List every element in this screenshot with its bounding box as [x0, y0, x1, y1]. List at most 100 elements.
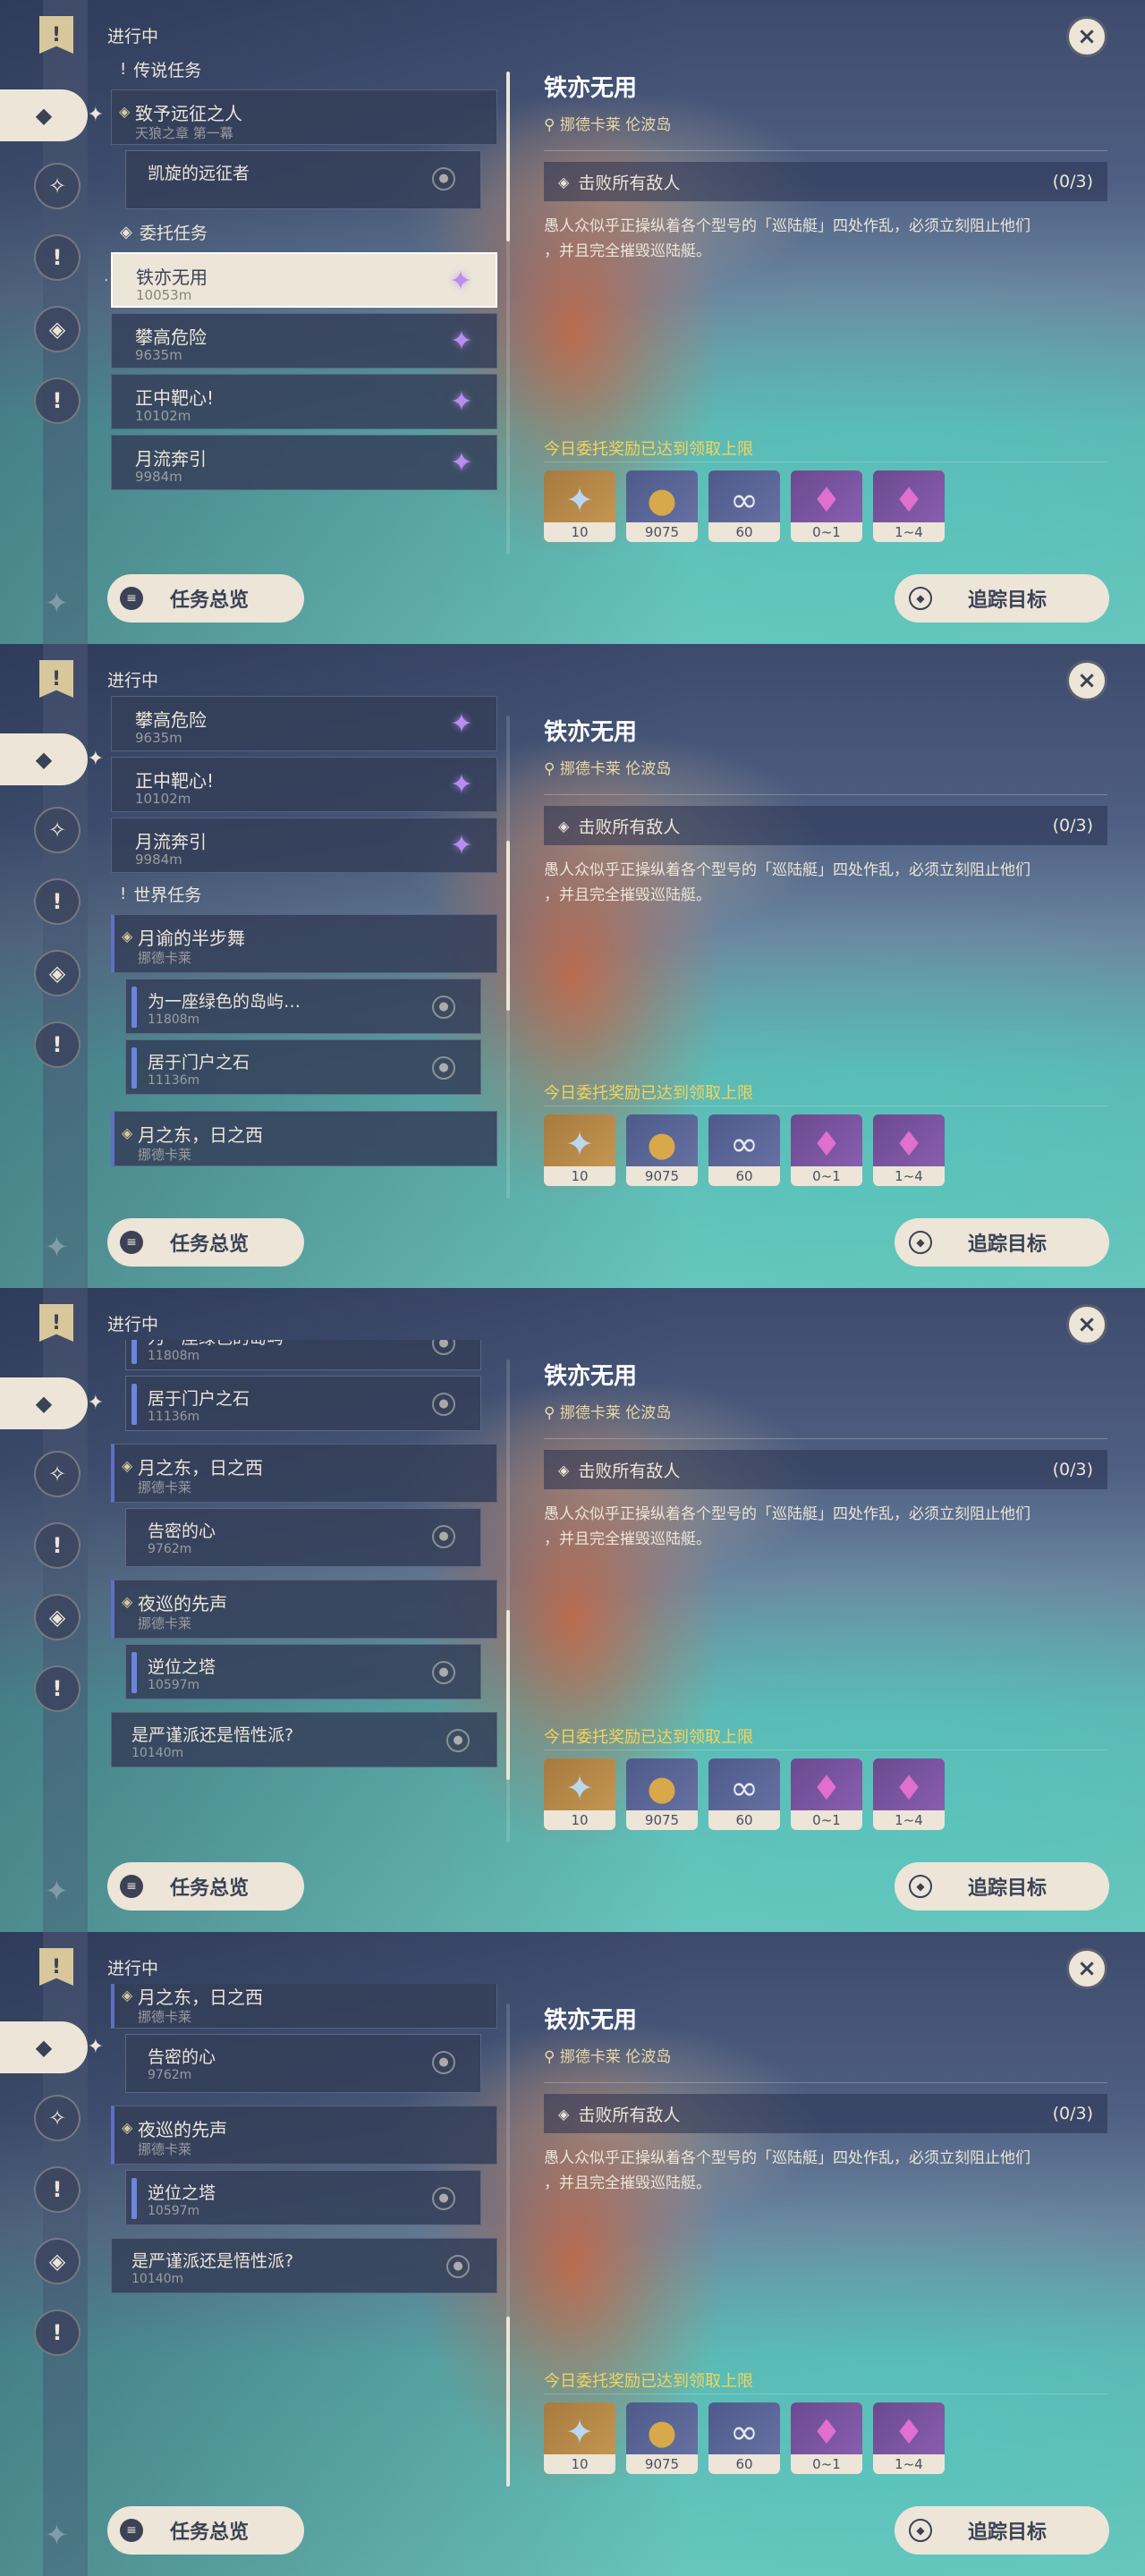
- quest-world-series[interactable]: ◈ 月之东，日之西 挪德卡莱: [111, 1111, 497, 1166]
- archon-category-button[interactable]: !: [34, 878, 81, 925]
- subquest-item[interactable]: 居于门户之石 11136m ●: [125, 1039, 481, 1095]
- quest-world-series[interactable]: ◈ 月谕的半步舞 挪德卡莱: [111, 914, 497, 973]
- track-target-button[interactable]: ◆ 追踪目标: [895, 1218, 1109, 1267]
- commission-item[interactable]: 攀高危险 9635m ✦: [111, 696, 497, 751]
- crystal-cluster-icon[interactable]: ♦ 1~4: [873, 2402, 945, 2474]
- crystal-cluster-icon[interactable]: ♦ 1~4: [873, 470, 945, 542]
- world-category-button[interactable]: !: [34, 1665, 81, 1712]
- subquest-item[interactable]: 告密的心 9762m ●: [125, 1508, 481, 1567]
- scrollbar-thumb[interactable]: [506, 72, 510, 242]
- commission-item[interactable]: 月流奔引 9984m ✦: [111, 818, 497, 873]
- subquest-item[interactable]: 居于门户之石 11136m ●: [125, 1376, 481, 1431]
- world-category-button[interactable]: !: [34, 377, 81, 424]
- quest-legend-main[interactable]: ◈ 致予远征之人 天狼之章 第一幕: [111, 89, 497, 145]
- legend-category-button[interactable]: ✧: [34, 807, 81, 853]
- commission-item-selected[interactable]: 铁亦无用 10053m ✦: [106, 252, 497, 308]
- subquest-item[interactable]: 为一座绿色的岛屿 11808m ●: [125, 1340, 481, 1370]
- crystal-icon[interactable]: ♦ 0~1: [791, 1114, 862, 1186]
- companionship-icon[interactable]: ∞ 60: [708, 2402, 780, 2474]
- location-pin-icon[interactable]: ●: [432, 2051, 455, 2074]
- quest-overview-button[interactable]: ≡ 任务总览: [107, 1218, 304, 1267]
- location-pin-icon[interactable]: ●: [432, 1661, 455, 1684]
- subquest-item[interactable]: 告密的心 9762m ●: [125, 2034, 481, 2093]
- subquest-item[interactable]: 逆位之塔 10597m ●: [125, 2170, 481, 2225]
- scrollbar-thumb[interactable]: [506, 2317, 510, 2487]
- track-target-button[interactable]: ◆ 追踪目标: [895, 574, 1109, 623]
- crystal-cluster-icon[interactable]: ♦ 1~4: [873, 1758, 945, 1830]
- legend-category-button[interactable]: ✧: [34, 2095, 81, 2141]
- mora-icon[interactable]: ● 9075: [626, 1758, 698, 1830]
- archon-category-button[interactable]: !: [34, 234, 81, 281]
- close-button[interactable]: ×: [1066, 1948, 1107, 1989]
- list-scrollbar[interactable]: [506, 716, 510, 1199]
- crystal-icon[interactable]: ♦ 0~1: [791, 470, 862, 542]
- event-category-button[interactable]: ◈: [34, 1594, 81, 1640]
- primogem-icon[interactable]: ✦ 10: [544, 1758, 615, 1830]
- quest-overview-button[interactable]: ≡ 任务总览: [107, 574, 304, 623]
- commission-item[interactable]: 攀高危险 9635m ✦: [111, 313, 497, 369]
- quest-list[interactable]: 攀高危险 9635m ✦ 正中靶心! 10102m ✦ 月流奔引 9984m ✦…: [106, 696, 508, 1197]
- location-pin-icon[interactable]: ●: [432, 1056, 455, 1080]
- archon-category-button[interactable]: !: [34, 1522, 81, 1569]
- close-button[interactable]: ×: [1066, 660, 1107, 701]
- quest-list[interactable]: ! 传说任务 ◈ 致予远征之人 天狼之章 第一幕 凯旋的远征者 ● ◈ 委托任务 铁…: [106, 54, 508, 555]
- subquest-item[interactable]: 逆位之塔 10597m ●: [125, 1644, 481, 1699]
- quest-world-series[interactable]: ◈ 夜巡的先声 挪德卡莱: [111, 1580, 497, 1639]
- mora-icon[interactable]: ● 9075: [626, 1114, 698, 1186]
- legend-category-button[interactable]: ✧: [34, 1451, 81, 1497]
- location-pin-icon[interactable]: ●: [432, 2187, 455, 2210]
- mora-icon[interactable]: ● 9075: [626, 2402, 698, 2474]
- commission-item[interactable]: 正中靶心! 10102m ✦: [111, 374, 497, 429]
- quest-world-series[interactable]: ◈ 月之东，日之西 挪德卡莱: [111, 1984, 497, 2029]
- world-category-button[interactable]: !: [34, 2309, 81, 2356]
- location-pin-icon[interactable]: ●: [432, 1340, 455, 1355]
- legend-category-button[interactable]: ✧: [34, 163, 81, 209]
- quest-overview-button[interactable]: ≡ 任务总览: [107, 2506, 304, 2555]
- companionship-icon[interactable]: ∞ 60: [708, 470, 780, 542]
- crystal-icon[interactable]: ♦ 0~1: [791, 1758, 862, 1830]
- quest-world-series[interactable]: ◈ 夜巡的先声 挪德卡莱: [111, 2106, 497, 2165]
- scrollbar-thumb[interactable]: [506, 841, 510, 1011]
- subquest-item[interactable]: 凯旋的远征者 ●: [125, 150, 481, 209]
- event-category-button[interactable]: ◈: [34, 950, 81, 996]
- quest-standalone[interactable]: 是严谨派还是悟性派? 10140m ●: [111, 2238, 497, 2293]
- commission-item[interactable]: 正中靶心! 10102m ✦: [111, 757, 497, 812]
- track-target-button[interactable]: ◆ 追踪目标: [895, 1862, 1109, 1911]
- quest-overview-button[interactable]: ≡ 任务总览: [107, 1862, 304, 1911]
- list-scrollbar[interactable]: [506, 72, 510, 555]
- subquest-item[interactable]: 为一座绿色的岛屿… 11808m ●: [125, 979, 481, 1034]
- location-pin-icon[interactable]: ●: [432, 167, 455, 191]
- primogem-icon[interactable]: ✦ 10: [544, 470, 615, 542]
- location-pin-icon[interactable]: ●: [432, 1525, 455, 1548]
- mora-icon[interactable]: ● 9075: [626, 470, 698, 542]
- commission-category-button[interactable]: ◆ ✦: [0, 89, 104, 141]
- primogem-icon[interactable]: ✦ 10: [544, 2402, 615, 2474]
- crystal-icon[interactable]: ♦ 0~1: [791, 2402, 862, 2474]
- commission-category-button[interactable]: ◆ ✦: [0, 2021, 104, 2073]
- location-pin-icon[interactable]: ●: [446, 2255, 470, 2278]
- list-scrollbar[interactable]: [506, 1360, 510, 1843]
- close-button[interactable]: ×: [1066, 16, 1107, 57]
- commission-category-button[interactable]: ◆ ✦: [0, 1377, 104, 1429]
- primogem-icon[interactable]: ✦ 10: [544, 1114, 615, 1186]
- world-category-button[interactable]: !: [34, 1021, 81, 1068]
- list-scrollbar[interactable]: [506, 2004, 510, 2487]
- close-button[interactable]: ×: [1066, 1304, 1107, 1345]
- companionship-icon[interactable]: ∞ 60: [708, 1114, 780, 1186]
- track-target-button[interactable]: ◆ 追踪目标: [895, 2506, 1109, 2555]
- location-pin-icon[interactable]: ●: [432, 1393, 455, 1416]
- quest-list[interactable]: ◈ 月之东，日之西 挪德卡莱 告密的心 9762m ● ◈ 夜巡的先声 挪德卡莱…: [106, 1984, 508, 2485]
- scrollbar-thumb[interactable]: [506, 1610, 510, 1780]
- commission-item[interactable]: 月流奔引 9984m ✦: [111, 435, 497, 490]
- archon-category-button[interactable]: !: [34, 2166, 81, 2213]
- event-category-button[interactable]: ◈: [34, 2238, 81, 2284]
- crystal-cluster-icon[interactable]: ♦ 1~4: [873, 1114, 945, 1186]
- location-pin-icon[interactable]: ●: [432, 996, 455, 1019]
- quest-list[interactable]: 为一座绿色的岛屿 11808m ● 居于门户之石 11136m ● ◈ 月之东，…: [106, 1340, 508, 1841]
- commission-category-button[interactable]: ◆ ✦: [0, 733, 104, 785]
- event-category-button[interactable]: ◈: [34, 306, 81, 352]
- companionship-icon[interactable]: ∞ 60: [708, 1758, 780, 1830]
- quest-standalone[interactable]: 是严谨派还是悟性派? 10140m ●: [111, 1712, 497, 1767]
- location-pin-icon[interactable]: ●: [446, 1729, 470, 1752]
- quest-world-series[interactable]: ◈ 月之东，日之西 挪德卡莱: [111, 1444, 497, 1503]
